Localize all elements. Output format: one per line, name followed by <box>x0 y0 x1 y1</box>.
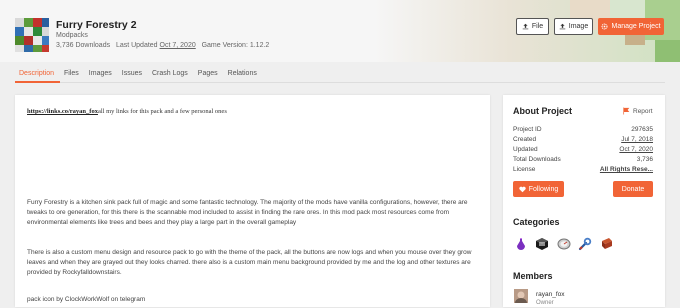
avatar[interactable] <box>514 289 528 303</box>
tab-crash-logs[interactable]: Crash Logs <box>148 68 192 82</box>
following-button[interactable]: Following <box>513 181 564 197</box>
donate-button[interactable]: Donate <box>613 181 653 197</box>
file-button-label: File <box>531 23 544 30</box>
following-label: Following <box>528 185 559 193</box>
project-logo <box>15 18 49 52</box>
project-meta: 3,736 Downloads Last Updated Oct 7, 2020… <box>56 42 269 49</box>
description-link-line: https://links.co/rayan_foxall my links f… <box>27 108 227 115</box>
info-row-project-id: Project ID 297635 <box>513 126 653 133</box>
project-tabs: Description Files Images Issues Crash Lo… <box>15 68 263 82</box>
magic-potion-icon[interactable] <box>514 237 528 251</box>
report-link[interactable]: Report <box>623 107 653 115</box>
categories-heading: Categories <box>513 217 560 227</box>
manage-project-button[interactable]: Manage Project <box>598 18 664 35</box>
description-paragraph-3: pack icon by ClockWorkWolf on telegram <box>27 296 146 303</box>
image-upload-button[interactable]: Image <box>554 18 593 35</box>
tab-description[interactable]: Description <box>15 68 58 82</box>
wrench-icon[interactable] <box>578 237 592 251</box>
links-url[interactable]: https://links.co/rayan_fox <box>27 108 98 115</box>
info-label: Updated <box>513 146 538 153</box>
member-role: Owner <box>536 300 554 306</box>
image-button-label: Image <box>568 23 589 30</box>
tab-issues[interactable]: Issues <box>118 68 146 82</box>
info-label: License <box>513 166 536 173</box>
member-name[interactable]: rayan_fox <box>536 291 565 298</box>
info-label: Created <box>513 136 537 143</box>
upload-icon <box>522 23 529 30</box>
info-label: Total Downloads <box>513 156 561 163</box>
heart-icon <box>519 186 526 192</box>
game-version: Game Version: 1.12.2 <box>201 42 270 49</box>
tab-pages[interactable]: Pages <box>194 68 222 82</box>
description-paragraph-2: There is also a custom menu design and r… <box>27 249 472 276</box>
donate-label: Donate <box>621 185 645 193</box>
tab-divider <box>15 82 665 83</box>
info-value: 3,736 <box>636 156 653 163</box>
info-value: Jul 7, 2018 <box>621 136 653 143</box>
info-row-license: License All Rights Rese... <box>513 166 653 173</box>
compass-icon[interactable] <box>557 237 571 251</box>
upload-icon <box>559 23 566 30</box>
description-panel: https://links.co/rayan_foxall my links f… <box>15 95 490 307</box>
info-row-total-downloads: Total Downloads 3,736 <box>513 156 653 163</box>
about-heading: About Project <box>513 106 573 116</box>
active-tab-indicator <box>15 81 60 83</box>
description-paragraph-1: Furry Forestry is a kitchen sink pack fu… <box>27 199 468 226</box>
project-type[interactable]: Modpacks <box>56 32 88 39</box>
last-updated-value: Oct 7, 2020 <box>159 42 196 49</box>
info-row-created: Created Jul 7, 2018 <box>513 136 653 143</box>
cube-icon[interactable] <box>535 237 549 251</box>
download-count: 3,736 Downloads <box>56 42 111 49</box>
gear-icon <box>601 23 608 30</box>
info-value: 297635 <box>631 126 653 133</box>
info-row-updated: Updated Oct 7, 2020 <box>513 146 653 153</box>
members-heading: Members <box>513 271 553 281</box>
report-label: Report <box>633 107 653 115</box>
license-link[interactable]: All Rights Rese... <box>600 166 653 173</box>
tab-relations[interactable]: Relations <box>224 68 261 82</box>
flag-icon <box>623 107 630 115</box>
book-icon[interactable] <box>600 237 614 251</box>
tab-images[interactable]: Images <box>85 68 116 82</box>
info-label: Project ID <box>513 126 542 133</box>
manage-button-label: Manage Project <box>611 23 661 30</box>
tab-files[interactable]: Files <box>60 68 83 82</box>
project-title: Furry Forestry 2 <box>56 19 137 31</box>
info-value: Oct 7, 2020 <box>619 146 653 153</box>
last-updated-label: Last Updated <box>115 42 158 49</box>
links-suffix: all my links for this pack and a few per… <box>97 108 227 115</box>
file-upload-button[interactable]: File <box>516 18 549 35</box>
